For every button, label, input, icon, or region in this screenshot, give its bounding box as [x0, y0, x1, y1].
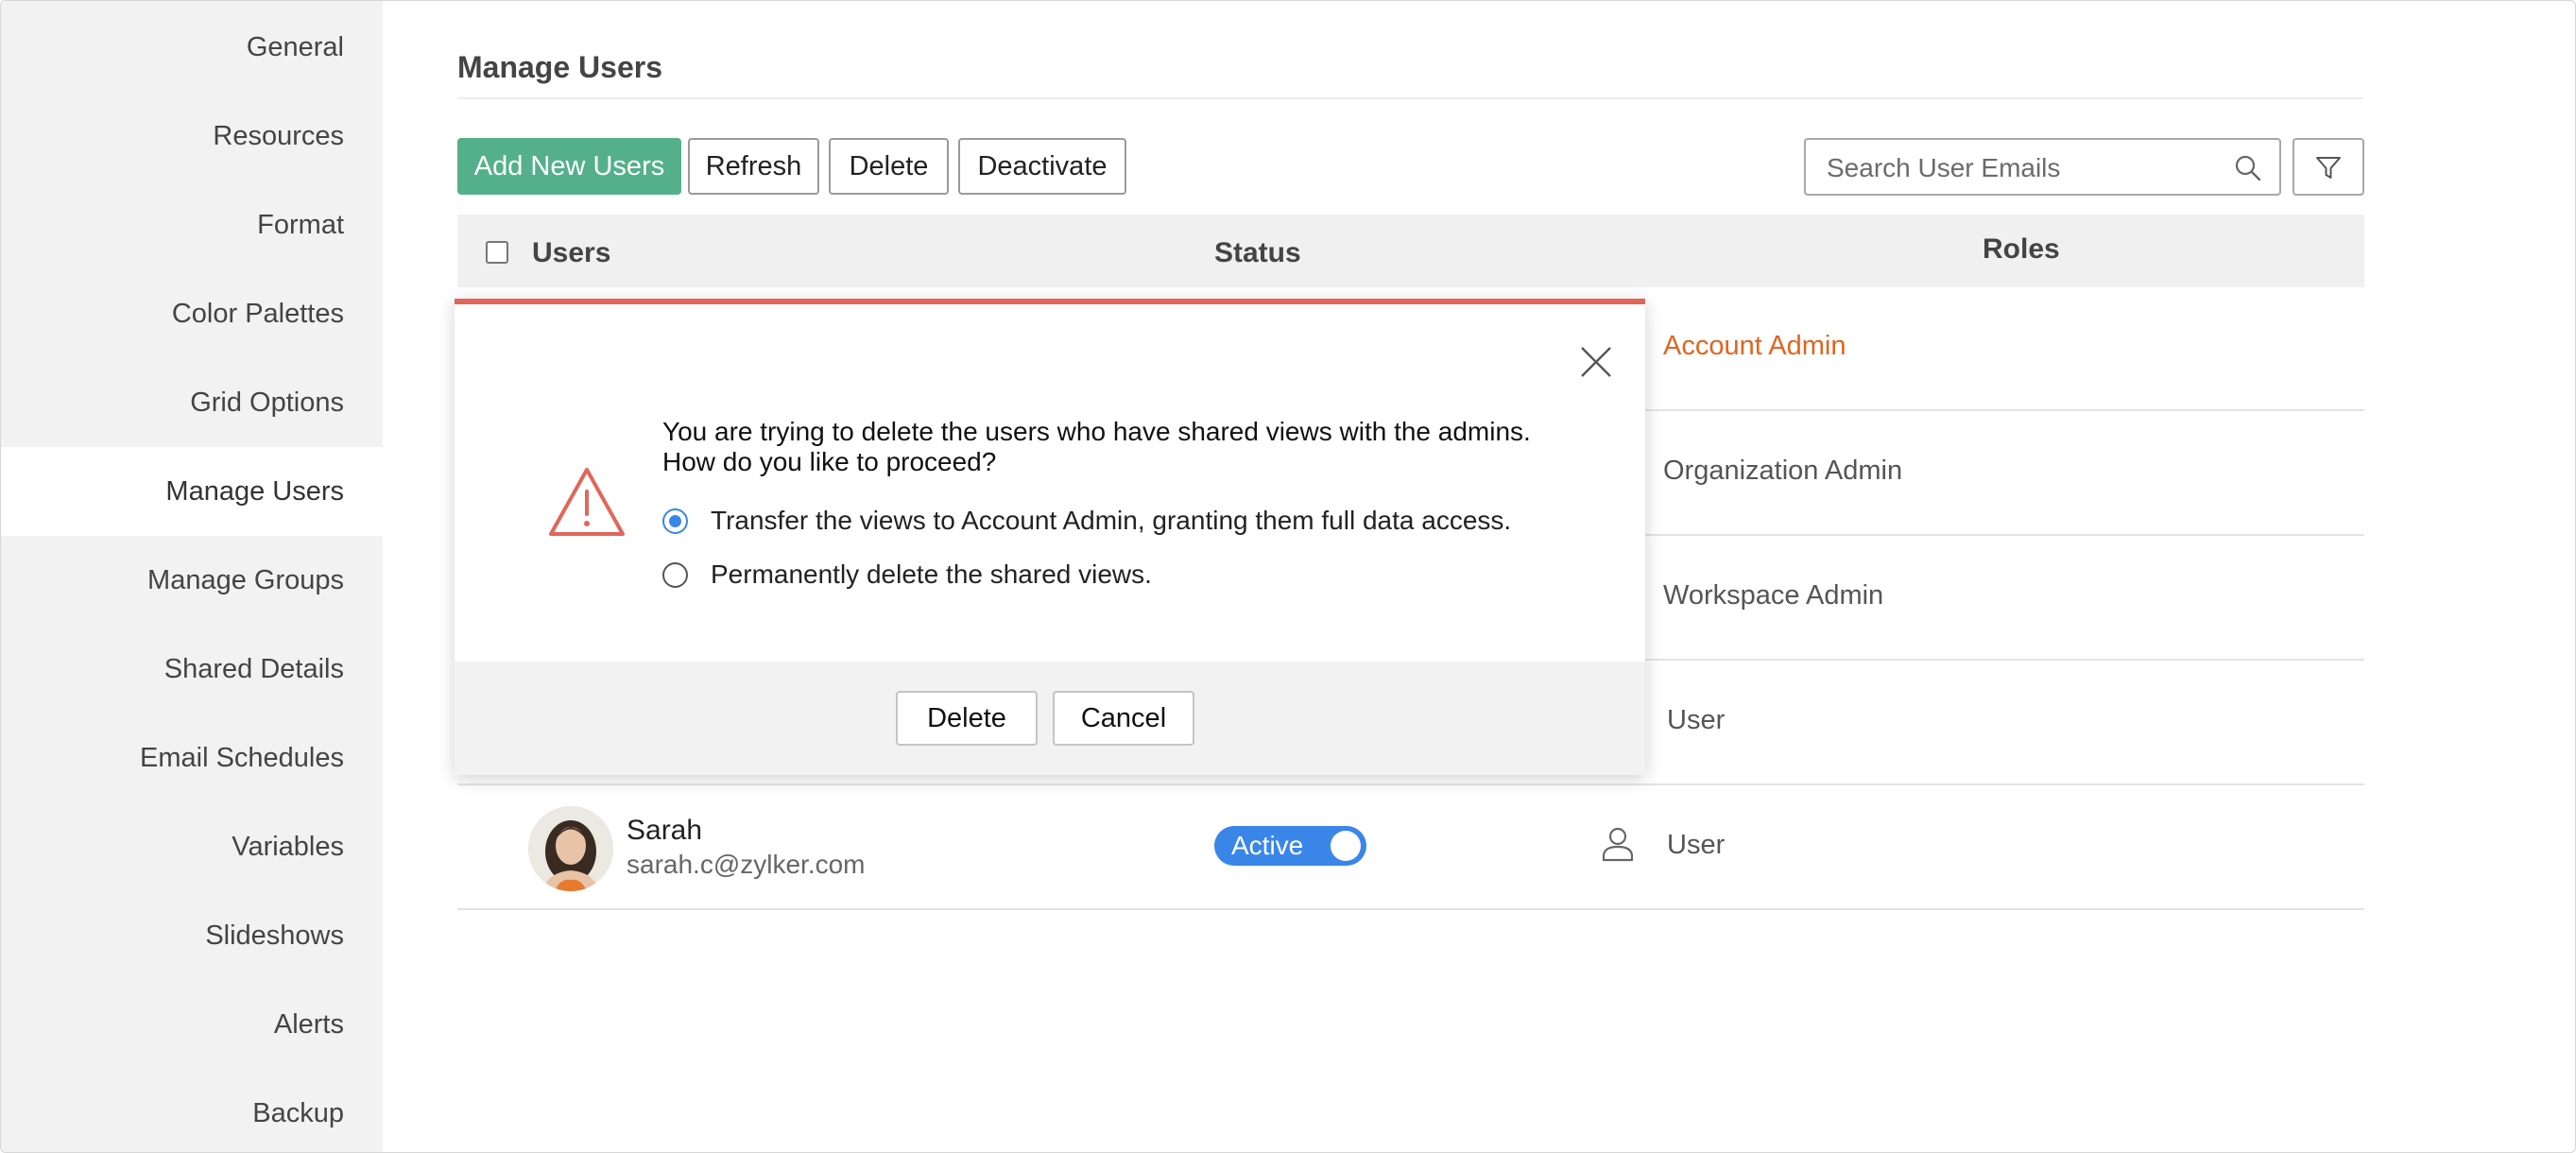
- sidebar-item-label: General: [246, 31, 344, 62]
- deactivate-button[interactable]: Deactivate: [958, 138, 1126, 195]
- filter-button[interactable]: [2293, 138, 2364, 196]
- sidebar-item-slideshows[interactable]: Slideshows: [1, 891, 383, 980]
- dialog-message-line: How do you like to proceed?: [662, 447, 997, 476]
- row-divider: [457, 908, 2364, 910]
- row-divider: [457, 783, 2364, 785]
- sidebar-item-label: Backup: [252, 1097, 344, 1128]
- sidebar-item-format[interactable]: Format: [1, 181, 383, 269]
- warning-icon: [549, 468, 625, 536]
- page-title: Manage Users: [457, 50, 662, 84]
- option-transfer-views[interactable]: Transfer the views to Account Admin, gra…: [662, 506, 1511, 536]
- sidebar-item-label: Shared Details: [163, 653, 344, 684]
- sidebar-item-shared-details[interactable]: Shared Details: [1, 625, 383, 714]
- sidebar-item-label: Manage Groups: [147, 564, 344, 595]
- add-new-users-button[interactable]: Add New Users: [457, 138, 681, 195]
- sidebar-item-manage-users[interactable]: Manage Users: [1, 447, 383, 536]
- delete-button[interactable]: Delete: [829, 138, 949, 195]
- refresh-button[interactable]: Refresh: [688, 138, 819, 195]
- users-table-header: Users Status Roles: [457, 215, 2364, 287]
- sidebar-item-alerts[interactable]: Alerts: [1, 980, 383, 1069]
- sidebar-item-label: Slideshows: [205, 920, 344, 951]
- sidebar-item-grid-options[interactable]: Grid Options: [1, 358, 383, 447]
- option-delete-views[interactable]: Permanently delete the shared views.: [662, 559, 1152, 590]
- status-label: Active: [1231, 831, 1304, 860]
- dialog-footer: Delete Cancel: [455, 662, 1645, 775]
- dialog-message: You are trying to delete the users who h…: [662, 417, 1570, 477]
- sidebar-item-label: Manage Users: [165, 475, 344, 507]
- toggle-knob: [1331, 831, 1361, 861]
- sidebar-item-label: Email Schedules: [140, 742, 344, 773]
- sidebar-item-label: Color Palettes: [171, 298, 344, 329]
- option-label: Permanently delete the shared views.: [711, 559, 1152, 589]
- role-label: Account Admin: [1663, 331, 1846, 361]
- status-toggle[interactable]: Active: [1214, 826, 1366, 866]
- app-window: General Resources Format Color Palettes …: [0, 0, 2576, 1153]
- radio-button[interactable]: [662, 561, 688, 588]
- sidebar-item-resources[interactable]: Resources: [1, 92, 383, 181]
- sidebar-item-label: Resources: [213, 120, 344, 151]
- sidebar-item-label: Grid Options: [190, 387, 344, 418]
- sidebar-item-backup[interactable]: Backup: [1, 1069, 383, 1152]
- avatar: [528, 806, 613, 891]
- sidebar-item-manage-groups[interactable]: Manage Groups: [1, 536, 383, 625]
- cancel-button[interactable]: Cancel: [1053, 691, 1194, 746]
- user-icon: [1602, 827, 1634, 862]
- delete-confirm-dialog: You are trying to delete the users who h…: [455, 299, 1645, 775]
- sidebar-item-general[interactable]: General: [1, 3, 383, 92]
- close-icon[interactable]: [1580, 346, 1612, 378]
- user-name: Sarah: [627, 815, 703, 846]
- radio-button-selected[interactable]: [662, 508, 688, 534]
- sidebar-item-label: Alerts: [273, 1008, 344, 1040]
- sidebar-item-label: Format: [257, 209, 344, 240]
- filter-icon: [2316, 156, 2341, 179]
- sidebar-item-color-palettes[interactable]: Color Palettes: [1, 269, 383, 358]
- settings-sidebar: General Resources Format Color Palettes …: [1, 1, 383, 1152]
- dialog-message-line: You are trying to delete the users who h…: [662, 417, 1531, 446]
- search-input[interactable]: [1825, 147, 2225, 189]
- sidebar-item-email-schedules[interactable]: Email Schedules: [1, 714, 383, 802]
- title-divider: [457, 97, 2363, 99]
- search-box: [1804, 138, 2281, 196]
- role-label: User: [1667, 705, 1726, 735]
- search-icon[interactable]: [2234, 154, 2262, 182]
- sidebar-item-label: Variables: [232, 831, 344, 862]
- role-label: User: [1667, 830, 1726, 860]
- select-all-checkbox[interactable]: [486, 241, 508, 264]
- role-label: Workspace Admin: [1663, 580, 1884, 611]
- role-label: Organization Admin: [1663, 456, 1903, 486]
- user-email: sarah.c@zylker.com: [627, 850, 866, 879]
- column-header-roles: Roles: [1983, 233, 2060, 265]
- confirm-delete-button[interactable]: Delete: [896, 691, 1038, 746]
- avatar-portrait: [528, 806, 613, 891]
- option-label: Transfer the views to Account Admin, gra…: [711, 506, 1512, 535]
- column-header-users: Users: [532, 237, 611, 268]
- sidebar-item-variables[interactable]: Variables: [1, 802, 383, 891]
- column-header-status: Status: [1214, 237, 1301, 268]
